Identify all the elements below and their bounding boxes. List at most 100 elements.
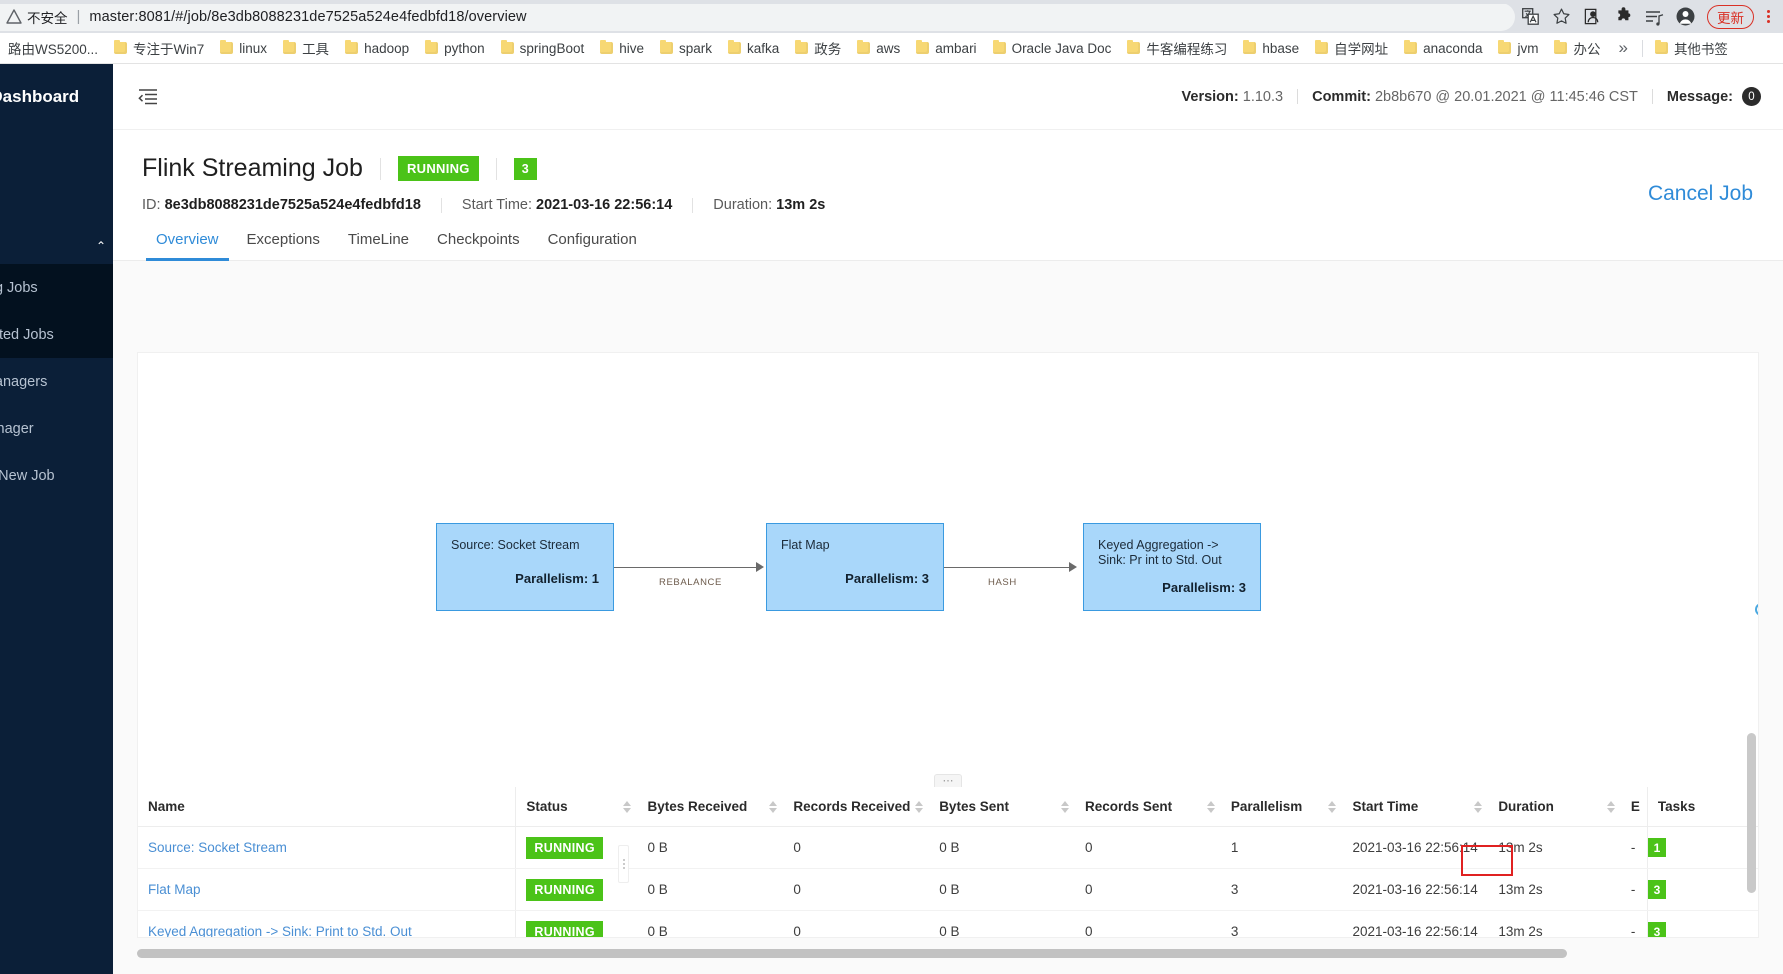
bookmark-item[interactable]: 专注于Win7 <box>106 36 212 60</box>
bookmark-item[interactable]: 政务 <box>787 36 849 60</box>
bookmark-item[interactable]: jvm <box>1490 36 1546 60</box>
update-button[interactable]: 更新 <box>1707 4 1754 29</box>
folder-icon <box>1654 40 1668 54</box>
table-row[interactable]: Source: Socket Stream RUNNING 0 B 0 0 B … <box>138 826 1758 869</box>
sidebar-logo[interactable]: Flink Dashboard <box>0 64 128 130</box>
bookmark-item[interactable]: 牛客编程练习 <box>1119 36 1235 60</box>
scrollbar-thumb[interactable] <box>137 949 1567 958</box>
cell-e: - <box>1620 826 1648 869</box>
bookmark-item[interactable]: hadoop <box>337 36 417 60</box>
bookmark-item[interactable]: hbase <box>1235 36 1307 60</box>
column-resize-handle[interactable] <box>618 845 629 883</box>
star-icon[interactable] <box>1546 3 1576 31</box>
subtask-link[interactable]: Keyed Aggregation -> Sink: Print to Std.… <box>148 924 412 937</box>
sort-icon[interactable] <box>915 800 924 813</box>
sort-icon[interactable] <box>1474 800 1483 813</box>
bookmarks-overflow-button[interactable]: » <box>1608 38 1637 58</box>
sort-icon[interactable] <box>1606 800 1615 813</box>
bookmark-item[interactable]: kafka <box>720 36 787 60</box>
column-label: Bytes Sent <box>939 799 1009 814</box>
chevron-up-icon[interactable]: ⌃ <box>0 228 128 264</box>
column-header-duration[interactable]: Duration <box>1488 787 1621 827</box>
bookmark-label: hbase <box>1262 40 1300 56</box>
bookmarks-bar: 路由WS5200... 专注于Win7 linux 工具 hadoop pyth… <box>0 33 1783 64</box>
puzzle-piece-icon[interactable] <box>1608 3 1638 31</box>
bookmark-item[interactable]: 自学网址 <box>1307 36 1396 60</box>
cell-name[interactable]: Source: Socket Stream <box>138 826 516 869</box>
folder-icon <box>992 40 1006 54</box>
message-count-badge[interactable]: 0 <box>1742 87 1761 106</box>
tab-exceptions[interactable]: Exceptions <box>233 231 334 260</box>
plan-node-flatmap[interactable]: Flat Map Parallelism: 3 <box>766 523 944 611</box>
tab-checkpoints[interactable]: Checkpoints <box>423 231 534 260</box>
bookmark-item[interactable]: springBoot <box>493 36 593 60</box>
plan-zoom-handle[interactable] <box>1755 603 1758 616</box>
cell-name[interactable]: Flat Map <box>138 868 516 911</box>
tab-timeline[interactable]: TimeLine <box>334 231 423 260</box>
cancel-job-button[interactable]: Cancel Job <box>1648 182 1753 205</box>
table-row[interactable]: Keyed Aggregation -> Sink: Print to Std.… <box>138 910 1758 937</box>
sidebar-item-completed-jobs[interactable]: Completed Jobs <box>0 311 128 358</box>
other-bookmarks-folder[interactable]: 其他书签 <box>1647 36 1736 60</box>
bookmark-item[interactable]: 办公 <box>1546 36 1608 60</box>
bookmark-item[interactable]: linux <box>212 36 275 60</box>
column-header-tasks[interactable]: Tasks <box>1646 787 1758 827</box>
kebab-menu-icon[interactable] <box>1757 3 1779 31</box>
column-header-records-sent[interactable]: Records Sent <box>1075 787 1221 827</box>
header-divider <box>379 157 381 180</box>
bookmark-item[interactable]: 工具 <box>275 36 337 60</box>
plan-node-parallelism: Parallelism: 1 <box>515 571 599 586</box>
bookmark-item[interactable]: Oracle Java Doc <box>985 36 1120 60</box>
bookmark-item[interactable]: spark <box>652 36 720 60</box>
sidebar-item-running-jobs[interactable]: Running Jobs <box>0 264 128 311</box>
person-badge-icon[interactable] <box>1577 3 1607 31</box>
column-header-status[interactable]: Status <box>515 787 638 827</box>
plan-node-source[interactable]: Source: Socket Stream Parallelism: 1 <box>436 523 614 611</box>
cell-name[interactable]: Keyed Aggregation -> Sink: Print to Std.… <box>138 910 516 937</box>
subtasks-table: Name Status Bytes Received Records Recei… <box>138 787 1758 937</box>
sort-icon[interactable] <box>623 800 632 813</box>
bookmark-item[interactable]: ambari <box>908 36 984 60</box>
subtask-link[interactable]: Flat Map <box>148 882 201 897</box>
subtask-link[interactable]: Source: Socket Stream <box>148 840 287 855</box>
sort-icon[interactable] <box>769 800 778 813</box>
bookmark-item[interactable]: aws <box>849 36 908 60</box>
column-label: Duration <box>1498 799 1554 814</box>
vertical-scrollbar[interactable] <box>1747 733 1756 893</box>
horizontal-scrollbar[interactable] <box>137 949 1759 958</box>
plan-node-keyed-aggregation[interactable]: Keyed Aggregation -> Sink: Pr int to Std… <box>1083 523 1261 611</box>
plan-resize-handle[interactable]: ⋯ <box>934 774 962 787</box>
collapse-sidebar-icon[interactable] <box>137 86 159 108</box>
bookmark-item[interactable]: 路由WS5200... <box>0 36 106 60</box>
translate-icon[interactable] <box>1515 3 1545 31</box>
sort-icon[interactable] <box>1061 800 1070 813</box>
column-header-name[interactable]: Name <box>138 787 516 827</box>
sidebar-item-job-manager[interactable]: Job Manager <box>0 405 128 452</box>
tab-configuration[interactable]: Configuration <box>534 231 651 260</box>
sidebar-item-submit-new-job[interactable]: Submit New Job <box>0 452 128 499</box>
column-header-start-time[interactable]: Start Time <box>1342 787 1489 827</box>
url-text[interactable]: master:8081/#/job/8e3db8088231de7525a524… <box>89 9 526 25</box>
plan-edge-label-hash: HASH <box>988 577 1017 588</box>
sort-icon[interactable] <box>1328 800 1337 813</box>
column-header-parallelism[interactable]: Parallelism <box>1220 787 1343 827</box>
sidebar-item-task-managers[interactable]: Task Managers <box>0 358 128 405</box>
table-row[interactable]: Flat Map RUNNING 0 B 0 0 B 0 3 2021-03-1… <box>138 868 1758 911</box>
app-topbar: Version: 1.10.3 Commit: 2b8b670 @ 20.01.… <box>113 64 1783 130</box>
bookmark-item[interactable]: python <box>417 36 493 60</box>
bookmark-item[interactable]: anaconda <box>1396 36 1490 60</box>
profile-avatar-icon[interactable] <box>1670 3 1700 31</box>
column-header-bytes-received[interactable]: Bytes Received <box>637 787 784 827</box>
job-plan-graph[interactable]: Source: Socket Stream Parallelism: 1 REB… <box>138 353 1758 787</box>
column-header-bytes-sent[interactable]: Bytes Sent <box>929 787 1076 827</box>
column-header-e[interactable]: E <box>1620 787 1648 827</box>
sort-icon[interactable] <box>1206 800 1215 813</box>
bookmark-item[interactable]: hive <box>592 36 652 60</box>
column-label: Tasks <box>1657 799 1696 814</box>
tab-overview[interactable]: Overview <box>142 231 233 261</box>
column-header-records-received[interactable]: Records Received <box>783 787 930 827</box>
address-bar[interactable]: 不安全 | master:8081/#/job/8e3db8088231de75… <box>0 2 1515 31</box>
media-list-icon[interactable] <box>1639 3 1669 31</box>
folder-icon <box>659 40 673 54</box>
plan-node-name: Flat Map <box>781 538 830 552</box>
